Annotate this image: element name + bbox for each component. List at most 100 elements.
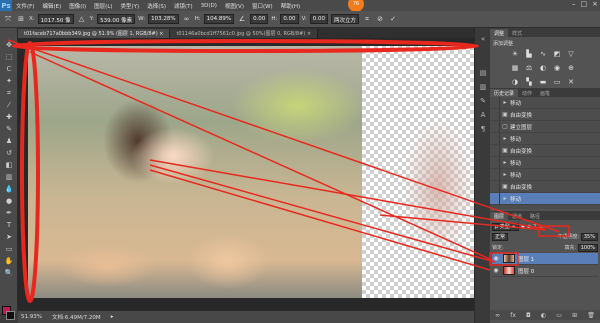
brightness-icon[interactable]: ☀: [510, 49, 520, 59]
tab-layers[interactable]: 图层: [490, 212, 509, 220]
history-step[interactable]: ▸ 移动: [490, 132, 600, 145]
warp-icon[interactable]: ⌗: [362, 14, 372, 24]
eraser-tool-icon[interactable]: ◧: [3, 160, 15, 170]
eye-icon[interactable]: ◉: [492, 267, 500, 274]
filter-type-icon[interactable]: T: [534, 224, 537, 230]
minimize-icon[interactable]: –: [572, 0, 576, 8]
character-panel-icon[interactable]: A: [478, 110, 488, 120]
history-step[interactable]: ▣ 自由变换: [490, 180, 600, 193]
blend-mode-select[interactable]: 正常: [492, 232, 509, 241]
selective-color-icon[interactable]: ✕: [566, 77, 576, 87]
tab-styles[interactable]: 样式: [508, 29, 526, 37]
fx-icon[interactable]: fx: [510, 312, 516, 319]
history-step[interactable]: ▣ 自由变换: [490, 108, 600, 121]
hue-saturation-icon[interactable]: ▦: [510, 63, 520, 73]
v-skew-field[interactable]: 0.00: [309, 14, 328, 24]
menu-image[interactable]: 图像(I): [65, 2, 90, 10]
levels-icon[interactable]: ▙: [524, 49, 534, 59]
history-step[interactable]: ▸ 移动: [490, 168, 600, 181]
history-brush-icon[interactable]: ↺: [3, 148, 15, 158]
invert-icon[interactable]: ◑: [510, 77, 520, 87]
shape-tool-icon[interactable]: ▭: [3, 244, 15, 254]
history-panel-icon[interactable]: ▤: [478, 68, 488, 78]
tab-adjustments[interactable]: 调整: [490, 29, 509, 37]
zoom-tool-icon[interactable]: 🔍: [3, 268, 15, 278]
type-tool-icon[interactable]: T: [3, 220, 15, 230]
eye-icon[interactable]: ◉: [492, 255, 500, 262]
eyedropper-icon[interactable]: ⁄: [3, 100, 15, 110]
photo-filter-icon[interactable]: ◉: [552, 63, 562, 73]
width-field[interactable]: 103.28%: [148, 14, 179, 24]
status-arrow-icon[interactable]: ▸: [111, 314, 114, 320]
h-skew-field[interactable]: 0.00: [280, 14, 299, 24]
pen-tool-icon[interactable]: ✒: [3, 208, 15, 218]
interpolation-select[interactable]: 两次立方: [330, 14, 359, 24]
background-color-swatch[interactable]: [6, 311, 15, 320]
history-step[interactable]: ▣ 自由变换: [490, 144, 600, 157]
history-step[interactable]: ▸ 移动: [490, 156, 600, 169]
gradient-tool-icon[interactable]: ▥: [3, 172, 15, 182]
layer-row-0[interactable]: ◉ 图层 0: [492, 265, 598, 277]
reference-point-icon[interactable]: ⊞: [16, 14, 26, 24]
filter-pixel-icon[interactable]: ▣: [521, 224, 526, 230]
menu-view[interactable]: 视图(V): [221, 2, 248, 10]
color-balance-icon[interactable]: ⚖: [524, 63, 534, 73]
history-step[interactable]: ▸ 移动: [490, 96, 600, 109]
tab-actions[interactable]: 动作: [518, 89, 536, 97]
adjustment-layer-icon[interactable]: ◐: [541, 312, 546, 319]
menu-select[interactable]: 选择(S): [143, 2, 170, 10]
transform-tool-icon[interactable]: ⤧: [3, 14, 13, 24]
gradient-map-icon[interactable]: ▭: [552, 77, 562, 87]
threshold-icon[interactable]: ▬: [538, 77, 548, 87]
group-icon[interactable]: ▭: [556, 312, 562, 319]
brush-panel-icon[interactable]: ✎: [478, 96, 488, 106]
magic-wand-icon[interactable]: ✦: [3, 76, 15, 86]
properties-panel-icon[interactable]: ▥: [478, 82, 488, 92]
lasso-tool-icon[interactable]: ᑕ: [3, 64, 15, 74]
document-tab-2[interactable]: t01146a0bcd1ff7561c0.jpg @ 50%(图层 0, RGB…: [170, 29, 319, 38]
crop-tool-icon[interactable]: ⌗: [3, 88, 15, 98]
menu-file[interactable]: 文件(F): [12, 2, 38, 10]
delta-icon[interactable]: △: [77, 14, 87, 24]
close-icon[interactable]: ×: [592, 0, 598, 8]
brush-tool-icon[interactable]: ✎: [3, 124, 15, 134]
tab-channels[interactable]: 通道: [508, 212, 526, 220]
filter-adjust-icon[interactable]: ◐: [527, 224, 531, 230]
blur-tool-icon[interactable]: 💧: [3, 184, 15, 194]
history-step-selected[interactable]: ▸ 移动: [490, 192, 600, 205]
canvas-area[interactable]: [18, 38, 474, 310]
collapse-arrow-icon[interactable]: «: [478, 34, 488, 44]
layer-name[interactable]: 图层 1: [518, 255, 534, 263]
hand-tool-icon[interactable]: ✋: [3, 256, 15, 266]
zoom-level[interactable]: 51.93%: [21, 314, 42, 320]
dodge-tool-icon[interactable]: ●: [3, 196, 15, 206]
height-field[interactable]: 104.89%: [203, 14, 235, 24]
maximize-icon[interactable]: □: [581, 0, 588, 8]
opacity-field[interactable]: 35%: [580, 232, 598, 241]
exposure-icon[interactable]: ◩: [552, 49, 562, 59]
filter-shape-icon[interactable]: ▭: [539, 224, 544, 230]
link-icon[interactable]: ∞: [182, 14, 192, 24]
menu-3d[interactable]: 3D(D): [197, 3, 221, 9]
menu-filter[interactable]: 滤镜(T): [170, 2, 197, 10]
mask-icon[interactable]: ◘: [526, 312, 531, 319]
layer-row-1[interactable]: ◉ 图层 1: [492, 253, 598, 265]
document-tab-1[interactable]: t01faceb717a0bbb349.jpg @ 51.9% (图层 1, R…: [18, 29, 171, 38]
link-layers-icon[interactable]: ∞: [495, 312, 500, 319]
black-white-icon[interactable]: ◐: [538, 63, 548, 73]
path-select-icon[interactable]: ➤: [3, 232, 15, 242]
history-step[interactable]: ▢ 建立图层: [490, 120, 600, 133]
menu-type[interactable]: 类型(Y): [117, 2, 144, 10]
paragraph-panel-icon[interactable]: ¶: [478, 124, 488, 134]
healing-brush-icon[interactable]: ✚: [3, 112, 15, 122]
marquee-tool-icon[interactable]: ⬚: [3, 52, 15, 62]
trash-icon[interactable]: 🗑: [587, 312, 595, 319]
vibrance-icon[interactable]: ▽: [566, 49, 576, 59]
posterize-icon[interactable]: ▚: [524, 77, 534, 87]
layer-kind-filter[interactable]: ρ 类型 ÷: [492, 222, 519, 231]
y-field[interactable]: 539.00 像素: [97, 14, 136, 24]
menu-edit[interactable]: 编辑(E): [38, 2, 65, 10]
channel-mixer-icon[interactable]: ⊕: [566, 63, 576, 73]
new-layer-icon[interactable]: ⊞: [572, 312, 577, 319]
photo-layer[interactable]: [28, 46, 362, 298]
